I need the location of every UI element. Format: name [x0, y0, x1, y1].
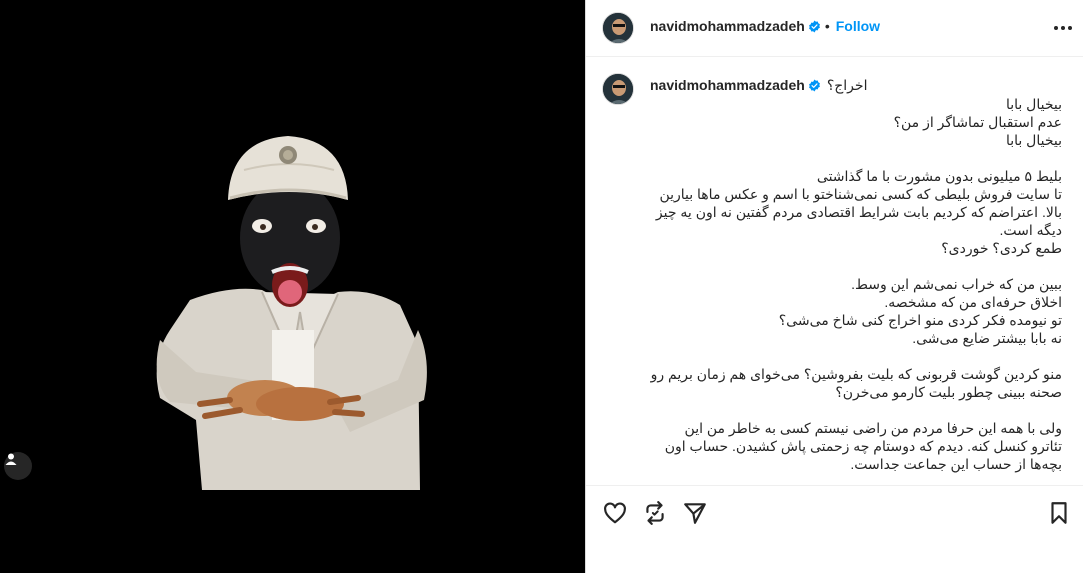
send-icon[interactable]: [682, 500, 708, 526]
heart-icon[interactable]: [602, 500, 628, 526]
tag-button[interactable]: [4, 452, 32, 480]
user-tag-icon: [5, 453, 17, 465]
caption-header-line: navidmohammadzadeh اخراج؟: [650, 77, 867, 95]
caption-first-line: اخراج؟: [826, 77, 868, 93]
avatar-image: [603, 13, 633, 43]
avatar-image: [603, 74, 633, 104]
post-header: navidmohammadzadeh • Follow: [586, 0, 1083, 57]
caption-username[interactable]: navidmohammadzadeh: [650, 77, 805, 93]
action-bar: [586, 485, 1083, 536]
avatar[interactable]: [602, 12, 634, 44]
separator-dot: •: [824, 18, 830, 34]
post-side-panel: navidmohammadzadeh • Follow navidmohammadz…: [585, 0, 1083, 573]
header-username[interactable]: navidmohammadzadeh: [650, 18, 805, 34]
post-image[interactable]: [0, 0, 585, 573]
header-user-line: navidmohammadzadeh • Follow: [650, 18, 880, 36]
caption-text: بیخیال بابا عدم استقبال تماشاگر از من؟ ب…: [650, 96, 1062, 472]
actor-photo: [0, 0, 585, 573]
repost-icon[interactable]: [642, 500, 668, 526]
verified-badge-icon: [808, 20, 821, 36]
bookmark-icon[interactable]: [1046, 500, 1072, 526]
follow-button[interactable]: Follow: [836, 18, 880, 34]
more-options-icon[interactable]: [1054, 26, 1072, 30]
caption-area: navidmohammadzadeh اخراج؟ بیخیال بابا عدم…: [586, 57, 1083, 485]
verified-badge-icon: [808, 79, 821, 95]
caption-avatar[interactable]: [602, 73, 634, 105]
